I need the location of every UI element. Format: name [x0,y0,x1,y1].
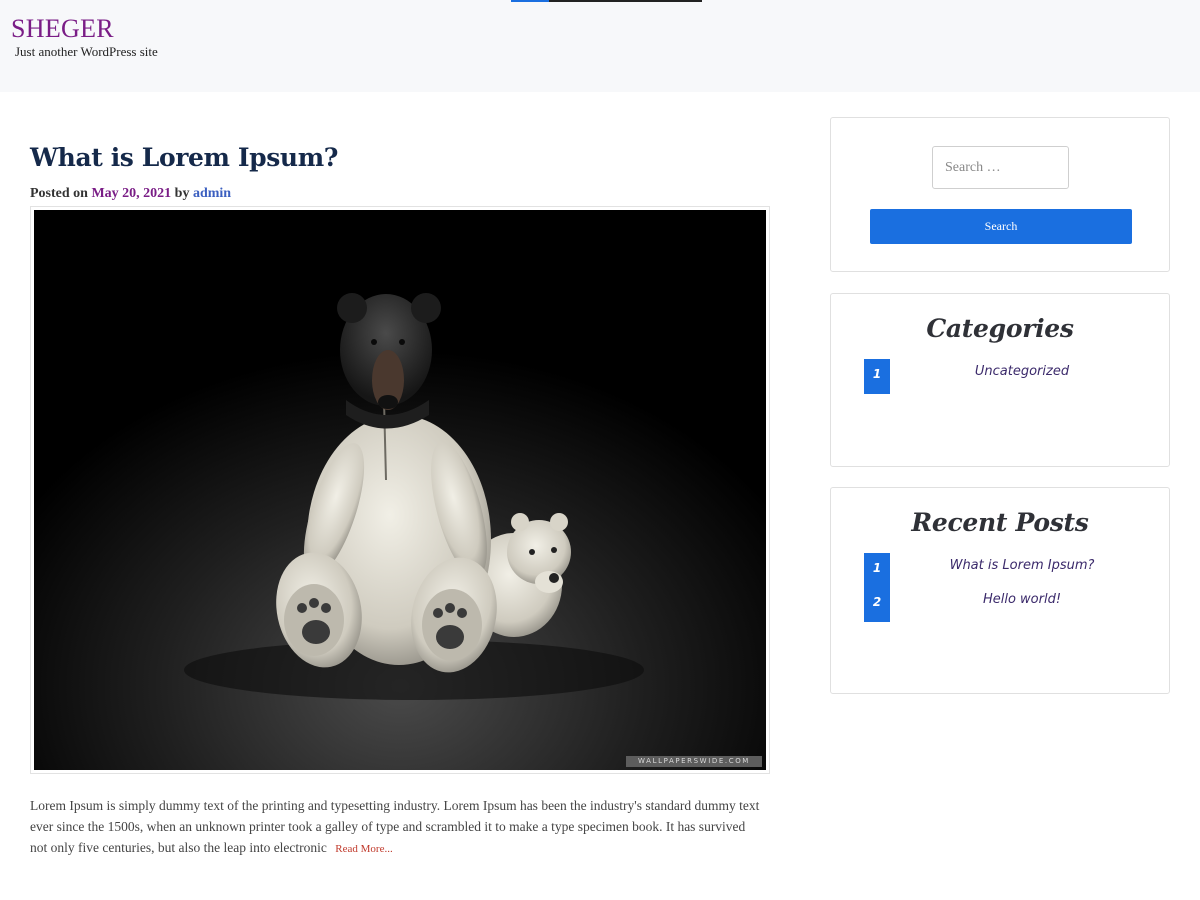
image-watermark: WALLPAPERSWIDE.COM [626,756,762,767]
search-button[interactable]: Search [870,209,1132,244]
post-title[interactable]: What is Lorem Ipsum? [30,143,338,172]
bear-illustration [34,210,766,770]
category-item[interactable]: 1 Uncategorized [864,359,1164,394]
search-input[interactable] [932,146,1069,189]
recent-post-item[interactable]: 2 Hello world! [864,587,1164,622]
featured-image-photo: WALLPAPERSWIDE.COM [34,210,766,770]
read-more-link[interactable]: Read More... [335,843,392,855]
post-excerpt: Lorem Ipsum is simply dummy text of the … [30,795,760,860]
excerpt-text: Lorem Ipsum is simply dummy text of the … [30,798,760,855]
post-date-link[interactable]: May 20, 2021 [91,186,171,201]
by-label: by [171,186,193,201]
recent-post-number: 1 [864,553,890,588]
post-author-link[interactable]: admin [193,186,231,201]
recent-posts-widget: Recent Posts 1 What is Lorem Ipsum? 2 He… [830,487,1170,694]
categories-widget: Categories 1 Uncategorized [830,293,1170,467]
categories-title: Categories [926,314,1074,343]
featured-image[interactable]: WALLPAPERSWIDE.COM [30,206,770,774]
recent-post-number: 2 [864,587,890,622]
category-item-link[interactable]: Uncategorized [890,364,1154,379]
recent-post-link[interactable]: Hello world! [890,592,1154,607]
recent-posts-title: Recent Posts [911,508,1089,537]
search-widget: Search [830,117,1170,272]
site-tagline: Just another WordPress site [15,44,158,59]
top-nav-bar[interactable] [511,0,702,2]
recent-post-link[interactable]: What is Lorem Ipsum? [890,558,1154,573]
site-title-link[interactable]: SHEGER [11,14,114,44]
site-header: SHEGER Just another WordPress site [0,0,1200,92]
posted-on-label: Posted on [30,186,92,201]
category-item-number: 1 [864,359,890,394]
recent-post-item[interactable]: 1 What is Lorem Ipsum? [864,553,1164,588]
post-meta: Posted on May 20, 2021 by admin [30,186,231,202]
nav-active-indicator [511,0,549,2]
